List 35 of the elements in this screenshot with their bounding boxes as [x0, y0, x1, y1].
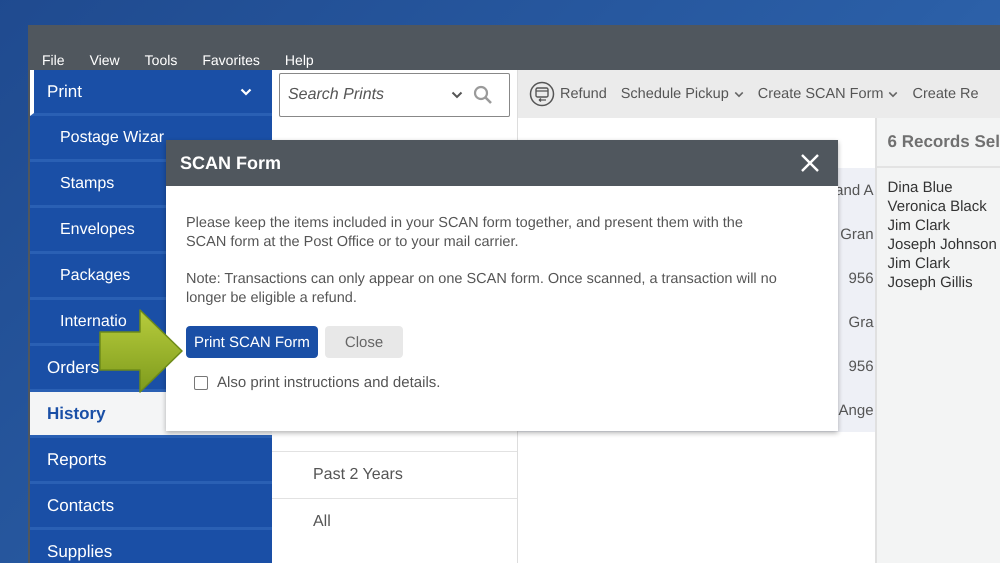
date-filter-item[interactable]: Past 2 Years — [272, 451, 517, 498]
search-icon[interactable] — [473, 85, 493, 105]
close-icon[interactable] — [800, 153, 820, 173]
toolbar-button[interactable]: Schedule Pickup — [620, 86, 744, 102]
recipient-name: Veronica Black — [888, 197, 988, 216]
refund-icon — [529, 81, 555, 107]
caret-icon — [734, 90, 744, 98]
recipient-name: Joseph Gillis — [888, 273, 974, 292]
checkbox-label[interactable]: Also print instructions and details. — [217, 374, 440, 391]
table-cell: 956 — [848, 358, 875, 374]
recipient-name: Jim Clark — [888, 216, 952, 235]
checkbox[interactable] — [194, 376, 208, 390]
menu-item[interactable]: Favorites — [202, 52, 260, 68]
search-field[interactable]: Search Prints — [279, 73, 510, 117]
toolbar-button[interactable]: Refund — [529, 81, 607, 107]
menu-item[interactable]: View — [90, 52, 120, 68]
menu-item[interactable]: File — [42, 52, 65, 68]
date-filter-item[interactable]: All — [272, 498, 517, 545]
records-heading: 6 Records Sel — [876, 118, 1000, 168]
recipient-name: Jim Clark — [888, 254, 952, 273]
table-cell: 956 — [848, 270, 875, 286]
table-cell: Gran — [840, 226, 875, 242]
recipient-name: Joseph Johnson — [888, 235, 998, 254]
caret-icon — [888, 90, 898, 98]
toolbar-button[interactable]: Create SCAN Form — [758, 86, 898, 102]
toolbar-button[interactable]: Create Re — [912, 86, 979, 102]
menu-item[interactable]: Help — [284, 52, 314, 68]
close-button[interactable]: Close — [324, 326, 404, 358]
chevron-icon[interactable] — [451, 91, 463, 99]
menu-item[interactable]: Tools — [144, 52, 178, 68]
recipient-name: Dina Blue — [888, 178, 954, 197]
table-cell: Gra — [848, 314, 875, 330]
print-button[interactable]: Print SCAN Form — [186, 326, 318, 358]
table-cell: Ange — [838, 402, 875, 418]
chevron-icon — [240, 88, 252, 96]
